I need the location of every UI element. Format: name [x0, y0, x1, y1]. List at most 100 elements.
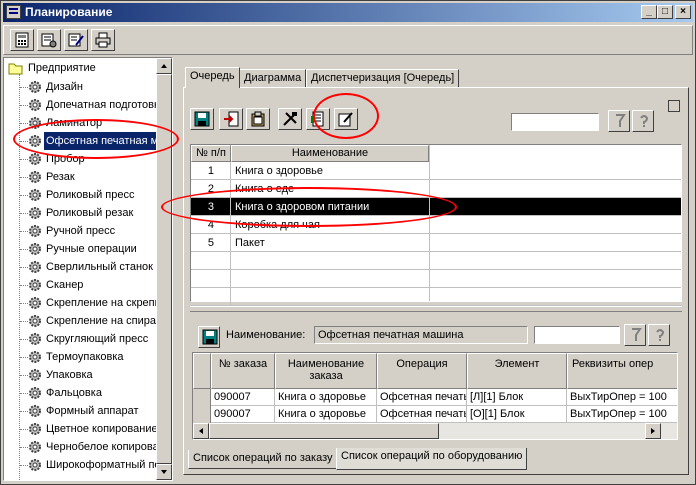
- queue-empty-row: [191, 270, 681, 288]
- edit-list-button[interactable]: [64, 29, 88, 51]
- save-queue-button[interactable]: [190, 108, 214, 130]
- scroll-down-button[interactable]: [156, 464, 172, 480]
- arrow-left-icon: [199, 428, 203, 434]
- tab-dispatch[interactable]: Диспетчеризация [Очередь]: [306, 69, 460, 88]
- tree-item[interactable]: Цветное копирование: [4, 420, 158, 438]
- help-disabled-icon: [640, 115, 649, 127]
- tab-content-queue: № п/п Наименование 1 Книга о здоровье 2 Кни…: [183, 87, 689, 475]
- gear-icon: [29, 261, 41, 273]
- queue-row[interactable]: 2 Книга о еде: [191, 180, 681, 198]
- queue-row[interactable]: 1 Книга о здоровье: [191, 162, 681, 180]
- tree-item[interactable]: Широкоформатный печать: [4, 456, 172, 474]
- queue-row[interactable]: 5 Пакет: [191, 234, 681, 252]
- title-bar[interactable]: Планирование _ □ ×: [3, 3, 693, 22]
- tab-ops-by-order[interactable]: Список операций по заказу: [188, 450, 338, 469]
- tree-branch-line: [20, 411, 28, 412]
- operations-row[interactable]: 090007 Книга о здоровье Офсетная печать [О]…: [193, 406, 677, 423]
- tree-item[interactable]: Скрепление на скрепку: [4, 294, 165, 312]
- help-button[interactable]: [632, 110, 654, 132]
- operations-hscrollbar[interactable]: [193, 423, 677, 439]
- tree-item[interactable]: Ручные операции: [4, 240, 156, 258]
- edit-document-button[interactable]: [334, 108, 358, 130]
- tree-item[interactable]: Сверлильный станок: [4, 258, 156, 276]
- tree-item[interactable]: Фальцовка: [4, 384, 156, 402]
- save-equipment-button[interactable]: [198, 326, 220, 348]
- column-header-order[interactable]: № заказа: [211, 353, 275, 389]
- queue-row[interactable]: 3 Книга о здоровом питании: [191, 198, 681, 216]
- tree-item[interactable]: Сканер: [4, 276, 156, 294]
- filter-button[interactable]: [608, 110, 630, 132]
- calculator-button[interactable]: [10, 29, 34, 51]
- tree-branch-line: [20, 339, 28, 340]
- maximize-button[interactable]: □: [657, 5, 673, 19]
- scroll-thumb[interactable]: [156, 74, 172, 464]
- minimize-button[interactable]: _: [641, 5, 657, 19]
- collapse-panel-button[interactable]: [668, 100, 680, 112]
- tools-button[interactable]: [278, 108, 302, 130]
- gear-icon: [29, 297, 41, 309]
- gear-icon: [29, 279, 41, 291]
- tab-queue[interactable]: Очередь: [185, 67, 240, 88]
- tree-item[interactable]: Формный аппарат: [4, 402, 156, 420]
- tree-branch-line: [20, 159, 28, 160]
- tree-item[interactable]: Ламинатор: [4, 114, 156, 132]
- document-list-button[interactable]: [306, 108, 330, 130]
- operations-cell-operation: Офсетная печать: [377, 389, 467, 406]
- tree-root[interactable]: Предприятие: [4, 59, 154, 77]
- tree-item[interactable]: Ручной пресс: [4, 222, 156, 240]
- queue-empty-row: [191, 252, 681, 270]
- tree-item[interactable]: Чернобелое копирование: [4, 438, 172, 456]
- equipment-name-field: Офсетная печатная машина: [314, 326, 528, 344]
- tree-item[interactable]: Скругляющий пресс: [4, 330, 156, 348]
- column-header-number[interactable]: № п/п: [191, 145, 231, 162]
- tree-item[interactable]: Роликовый пресс: [4, 186, 156, 204]
- queue-row[interactable]: 4 Коробка для чая: [191, 216, 681, 234]
- main-window: Планирование _ □ × Предприятие Дизайн Доп…: [0, 0, 696, 485]
- tree-item-label: Пробор: [46, 153, 85, 165]
- tree-item[interactable]: Офсетная печатная машина: [4, 132, 172, 150]
- grid-splitter[interactable]: [190, 306, 682, 312]
- edit-list-icon: [68, 33, 84, 47]
- operations-row[interactable]: 090007 Книга о здоровье Офсетная печать [Л]…: [193, 389, 677, 406]
- clipboard-button[interactable]: [246, 108, 270, 130]
- queue-cell-number: 4: [191, 216, 231, 234]
- tools-icon: [283, 112, 297, 126]
- scroll-right-button[interactable]: [645, 423, 661, 439]
- scroll-left-button[interactable]: [193, 423, 209, 439]
- tree-item-label: Дизайн: [46, 81, 83, 93]
- tree-item[interactable]: Упаковка: [4, 366, 156, 384]
- tree-item-label: Широкоформатный печать: [46, 459, 173, 471]
- tab-diagram[interactable]: Диаграмма: [239, 69, 307, 88]
- hscroll-thumb[interactable]: [209, 423, 439, 439]
- close-button[interactable]: ×: [675, 5, 691, 19]
- panel-splitter[interactable]: [175, 57, 179, 481]
- tree-root-label: Предприятие: [28, 62, 96, 74]
- column-header-name[interactable]: Наименование: [231, 145, 429, 162]
- equipment-help-button[interactable]: [648, 324, 670, 346]
- print-button[interactable]: [91, 29, 115, 51]
- tree-item[interactable]: Скрепление на спираль: [4, 312, 168, 330]
- db-settings-button[interactable]: [37, 29, 61, 51]
- column-header-element[interactable]: Элемент: [467, 353, 567, 389]
- gear-icon: [29, 423, 41, 435]
- tree-item[interactable]: Пробор: [4, 150, 156, 168]
- tree-item[interactable]: Допечатная подготовка: [4, 96, 165, 114]
- import-button[interactable]: [219, 108, 243, 130]
- tree-item[interactable]: Дизайн: [4, 78, 156, 96]
- gear-icon: [29, 441, 41, 453]
- window-title: Планирование: [25, 5, 113, 19]
- column-header-props[interactable]: Реквизиты опер: [567, 353, 677, 389]
- equipment-filter-button[interactable]: [624, 324, 646, 346]
- column-header-order-name[interactable]: Наименование заказа: [275, 353, 377, 389]
- queue-search-input[interactable]: [511, 113, 599, 131]
- scroll-up-button[interactable]: [156, 58, 172, 74]
- queue-cell-name: Коробка для чая: [235, 219, 320, 231]
- operations-cell-name: Книга о здоровье: [275, 389, 377, 406]
- tab-ops-by-equipment[interactable]: Список операций по оборудованию: [336, 448, 528, 470]
- tree-scrollbar[interactable]: [156, 58, 172, 480]
- tree-item[interactable]: Роликовый резак: [4, 204, 156, 222]
- equipment-filter-input[interactable]: [534, 326, 620, 344]
- column-header-operation[interactable]: Операция: [377, 353, 467, 389]
- tree-item[interactable]: Термоупаковка: [4, 348, 156, 366]
- tree-item[interactable]: Резак: [4, 168, 156, 186]
